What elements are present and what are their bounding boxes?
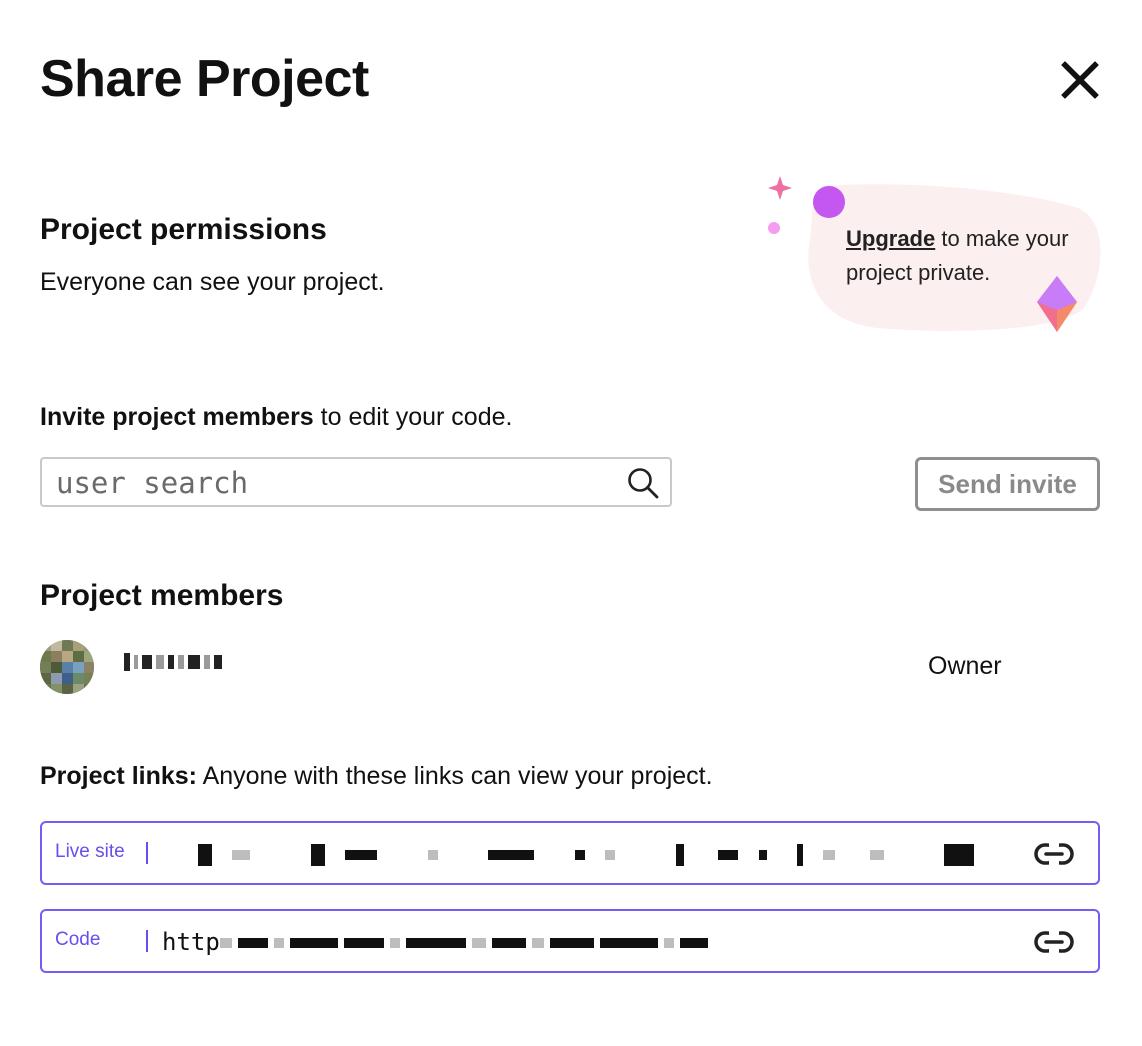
redacted-url (549, 938, 594, 948)
redacted-url (605, 850, 616, 860)
redacted-url (471, 938, 486, 948)
redacted-url (273, 938, 284, 948)
copy-code-link-button[interactable] (1032, 925, 1076, 959)
redacted-url (531, 938, 544, 948)
redacted-block (124, 653, 130, 671)
links-bold-text: Project links: (40, 762, 197, 790)
redacted-url (389, 938, 400, 948)
redacted-block (188, 655, 200, 669)
redacted-url (944, 844, 975, 866)
redacted-url (574, 850, 585, 860)
permissions-heading: Project permissions (40, 213, 327, 246)
code-url[interactable]: http (162, 925, 982, 959)
redacted-url (198, 844, 212, 866)
redacted-url (491, 938, 526, 948)
redacted-url (427, 850, 438, 860)
invite-rest-text: to edit your code. (313, 403, 513, 431)
link-icon (1034, 930, 1074, 954)
redacted-url (718, 850, 739, 860)
user-search-box (40, 457, 672, 507)
redacted-url (758, 850, 767, 860)
redacted-url (405, 938, 466, 948)
members-heading: Project members (40, 579, 284, 612)
redacted-url (343, 938, 384, 948)
promo-text: Upgrade to make your project private. (846, 222, 1106, 290)
redacted-url (796, 844, 803, 866)
user-search-input[interactable] (56, 463, 616, 503)
link-label-code: Code (55, 929, 101, 950)
invite-bold-text: Invite project members (40, 403, 314, 431)
copy-live-site-link-button[interactable] (1032, 837, 1076, 871)
redacted-url (663, 938, 674, 948)
redacted-url (869, 850, 884, 860)
redacted-block (204, 655, 210, 669)
redacted-block (142, 655, 152, 669)
permissions-description: Everyone can see your project. (40, 268, 385, 296)
redacted-block (214, 655, 222, 669)
invite-instructions: Invite project members to edit your code… (40, 401, 512, 433)
live-site-link-field[interactable]: Live site (40, 821, 1100, 885)
redacted-url (488, 850, 535, 860)
upgrade-promo: Upgrade to make your project private. (760, 170, 1110, 350)
redacted-url (679, 938, 708, 948)
redacted-url (310, 844, 325, 866)
redacted-block (168, 655, 174, 669)
upgrade-link[interactable]: Upgrade (846, 226, 935, 251)
search-icon[interactable] (626, 466, 660, 500)
redacted-block (178, 655, 184, 669)
redacted-block (134, 655, 138, 669)
links-description: Project links: Anyone with these links c… (40, 760, 713, 792)
redacted-url (823, 850, 836, 860)
redacted-url (675, 844, 684, 866)
redacted-url (232, 850, 251, 860)
avatar (40, 640, 94, 694)
close-icon (1061, 61, 1099, 99)
code-link-field[interactable]: Code http (40, 909, 1100, 973)
redacted-url (345, 850, 378, 860)
redacted-url (219, 938, 232, 948)
redacted-url (237, 938, 268, 948)
redacted-block (156, 655, 164, 669)
member-row: Owner (40, 636, 1100, 696)
redacted-url (599, 938, 658, 948)
link-icon (1034, 842, 1074, 866)
link-separator (146, 930, 148, 952)
close-button[interactable] (1058, 58, 1102, 102)
link-label-live-site: Live site (55, 841, 125, 862)
send-invite-button[interactable]: Send invite (915, 457, 1100, 511)
member-name-redacted (124, 650, 222, 674)
link-separator (146, 842, 148, 864)
member-role: Owner (928, 652, 1002, 680)
redacted-url (289, 938, 338, 948)
dialog-title: Share Project (40, 50, 369, 108)
links-rest-text: Anyone with these links can view your pr… (197, 762, 713, 790)
live-site-url[interactable] (162, 837, 982, 871)
code-url-prefix: http (162, 928, 220, 956)
